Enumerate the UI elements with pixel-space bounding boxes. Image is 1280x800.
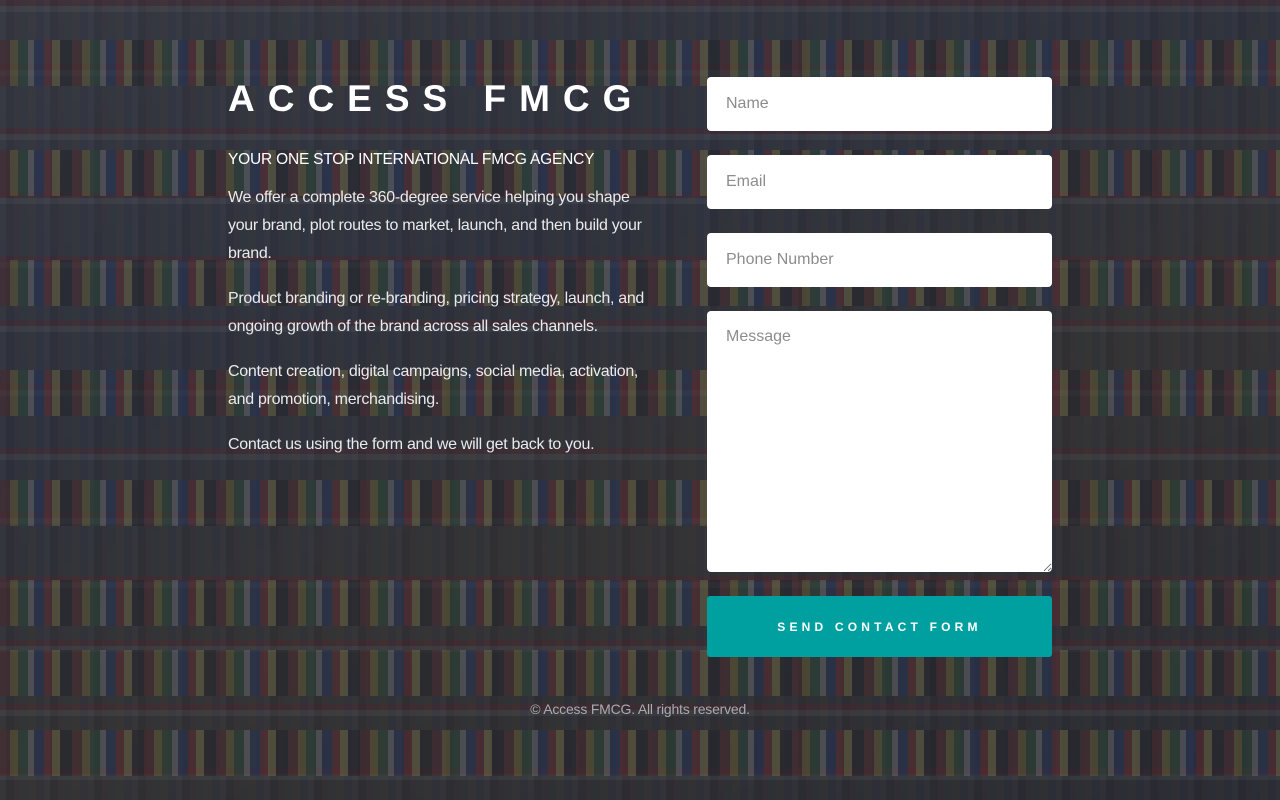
brand-title: ACCESS FMCG <box>228 78 645 119</box>
name-input[interactable] <box>707 77 1052 131</box>
intro-paragraph: Contact us using the form and we will ge… <box>228 436 595 453</box>
intro-paragraph: We offer a complete 360-degree service h… <box>228 189 642 262</box>
footer-copyright: © Access FMCG. All rights reserved. <box>530 701 750 717</box>
intro-section: ACCESS FMCG YOUR ONE STOP INTERNATIONAL … <box>228 78 658 459</box>
intro-paragraph: Product branding or re-branding, pricing… <box>228 290 645 335</box>
intro-paragraph: Content creation, digital campaigns, soc… <box>228 363 639 408</box>
message-textarea[interactable] <box>707 311 1052 572</box>
email-input[interactable] <box>707 155 1052 209</box>
phone-input[interactable] <box>707 233 1052 287</box>
brand-tagline: YOUR ONE STOP INTERNATIONAL FMCG AGENCY <box>228 151 595 168</box>
contact-form: SEND CONTACT FORM <box>707 77 1052 657</box>
send-contact-form-button[interactable]: SEND CONTACT FORM <box>707 596 1052 657</box>
